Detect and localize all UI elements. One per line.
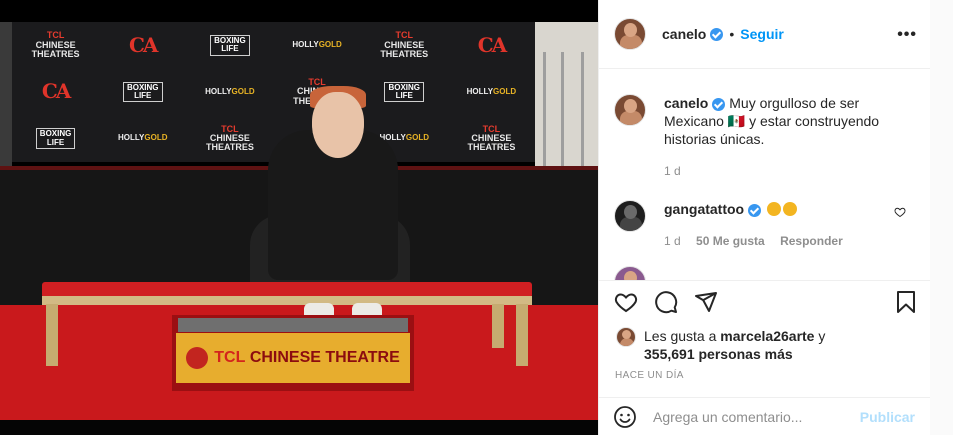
- post-header: canelo • Seguir •••: [599, 0, 931, 69]
- scroll-gutter: [930, 0, 953, 435]
- tcl-logo: TCLCHINESETHEATRES: [31, 30, 80, 60]
- tcl-logo: TCLCHINESETHEATRES: [467, 123, 516, 153]
- verified-badge-icon: [748, 203, 762, 217]
- comment-bubble-icon[interactable]: [654, 290, 678, 314]
- post-timestamp[interactable]: HACE UN DÍA: [615, 370, 684, 381]
- person-head: [312, 92, 364, 158]
- save-bookmark-icon[interactable]: [894, 290, 918, 314]
- publish-button[interactable]: Publicar: [860, 409, 915, 425]
- like-heart-icon[interactable]: [614, 290, 638, 314]
- caption-meta: 1 d: [664, 162, 904, 180]
- comment-item: gangatattoo 1 d 50 Me gusta Responder: [614, 200, 904, 250]
- liker-username[interactable]: marcela26arte: [720, 328, 814, 344]
- author-avatar[interactable]: [614, 18, 646, 50]
- emoji-smiley-icon[interactable]: [613, 405, 637, 429]
- likes-summary: Les gusta a marcela26arte y 355,691 pers…: [616, 327, 825, 363]
- plaque-text: TCL CHINESE THEATRE: [214, 349, 400, 366]
- verified-badge-icon: [712, 97, 726, 111]
- comment-username[interactable]: gangatattoo: [664, 201, 744, 217]
- comment-time[interactable]: 1 d: [664, 234, 681, 248]
- hollygold-logo: HOLLYGOLD: [118, 133, 168, 143]
- bench-leg: [516, 304, 528, 366]
- boxing-logo: BOXING LIFE: [35, 128, 76, 150]
- comment-like-icon[interactable]: [894, 206, 906, 218]
- post-actions: [614, 290, 919, 320]
- boxing-logo: BOXING LIFE: [122, 81, 163, 103]
- comments-list[interactable]: canelo Muy orgulloso de ser Mexicano 🇲🇽 …: [599, 70, 931, 280]
- boxing-logo: BOXING LIFE: [384, 81, 425, 103]
- bench-frame: [42, 296, 532, 305]
- wall-left: [0, 22, 12, 172]
- hollygold-logo: HOLLYGOLD: [205, 86, 255, 96]
- separator-dot: •: [729, 26, 735, 42]
- comment-avatar[interactable]: [614, 266, 646, 280]
- caption-avatar[interactable]: [614, 94, 646, 126]
- post-photo[interactable]: TCL CHINESE THEATRES CA BOXING LIFE HOLLYGO…: [0, 0, 598, 435]
- actions-divider: [599, 280, 931, 281]
- plaque-sign: TCL CHINESE THEATRE: [176, 333, 410, 383]
- caption-username[interactable]: canelo: [664, 95, 708, 111]
- tcl-logo: TCLCHINESETHEATRES: [380, 30, 429, 60]
- liker-avatar[interactable]: [616, 327, 636, 347]
- carpet-shadow: [0, 420, 598, 435]
- comment-likes[interactable]: 50 Me gusta: [696, 234, 765, 248]
- theatre-emblem-icon: [186, 347, 209, 369]
- author-username[interactable]: canelo: [662, 26, 706, 42]
- bench-leg: [492, 304, 504, 348]
- verified-badge-icon: [710, 27, 724, 41]
- likes-joiner: y: [818, 328, 826, 344]
- wall-right: [535, 22, 598, 192]
- comment-avatar[interactable]: [614, 200, 646, 232]
- reply-button[interactable]: Responder: [780, 234, 843, 248]
- hollygold-logo: HOLLYGOLD: [292, 40, 342, 50]
- comment-meta: 1 d 50 Me gusta Responder: [664, 232, 904, 250]
- boxing-logo: BOXING LIFE: [210, 34, 250, 56]
- ca-logo: CA: [129, 32, 158, 57]
- post-sidebar: canelo • Seguir ••• canelo Muy orgulloso…: [598, 0, 931, 435]
- follow-button[interactable]: Seguir: [740, 26, 784, 42]
- caption: canelo Muy orgulloso de ser Mexicano 🇲🇽 …: [614, 94, 904, 180]
- share-send-icon[interactable]: [694, 290, 718, 314]
- hollygold-logo: HOLLYGOLD: [466, 86, 517, 96]
- caption-time[interactable]: 1 d: [664, 164, 681, 178]
- comment-input[interactable]: [653, 408, 860, 425]
- sponsor-backdrop: TCL CHINESE THEATRES CA BOXING LIFE HOLLYGO…: [12, 22, 535, 162]
- likes-count[interactable]: 355,691 personas más: [644, 346, 793, 362]
- likes-prefix: Les gusta a: [644, 328, 717, 344]
- comment-item-partial: [614, 266, 646, 280]
- clap-emoji-icon: [767, 202, 781, 216]
- bench-leg: [46, 304, 58, 366]
- ca-logo: CA: [477, 32, 507, 57]
- ca-logo: CA: [41, 79, 71, 104]
- more-options-icon[interactable]: •••: [897, 26, 917, 44]
- tcl-logo: TCLCHINESETHEATRES: [205, 123, 254, 153]
- comment-composer: Publicar: [599, 397, 931, 435]
- cement-slab: [178, 318, 408, 332]
- clap-emoji-icon: [783, 202, 797, 216]
